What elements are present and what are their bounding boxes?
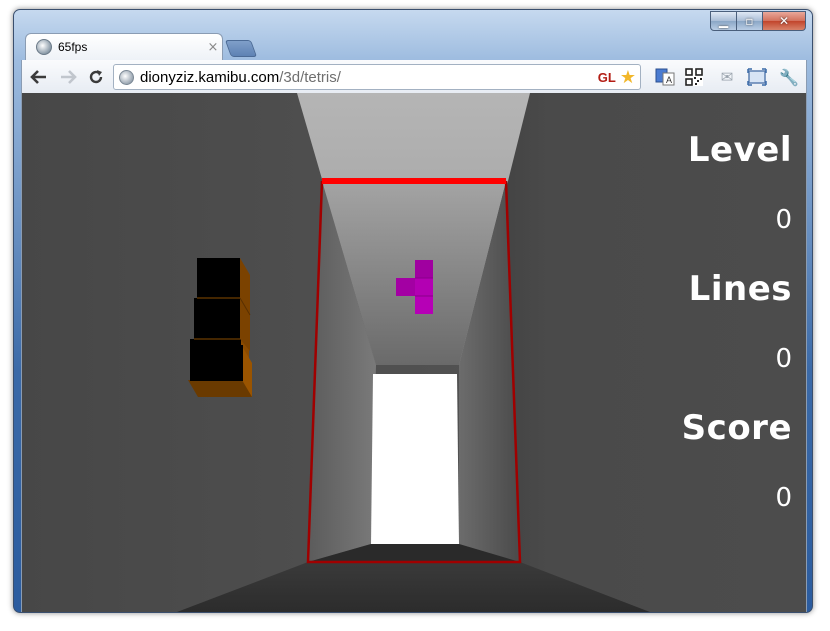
webgl-badge[interactable]: GL [598, 70, 616, 85]
game-viewport[interactable]: Level 0 Lines 0 Score 0 [21, 93, 807, 612]
minimize-icon: ▁ [718, 14, 729, 28]
globe-icon [36, 39, 52, 55]
translate-icon[interactable]: A [655, 67, 675, 87]
forward-arrow-icon [61, 70, 77, 84]
next-piece [188, 258, 252, 397]
level-value: 0 [775, 205, 792, 235]
url-text[interactable]: dionyziz.kamibu.com/3d/tetris/ [140, 69, 598, 86]
browser-tab[interactable]: 65fps × [25, 33, 223, 60]
qr-code-icon[interactable] [684, 67, 704, 87]
close-icon: ✕ [778, 14, 790, 28]
score-label: Score [681, 408, 792, 448]
maximize-icon: ▫ [745, 14, 754, 28]
url-host: dionyziz.kamibu.com [140, 68, 280, 86]
new-tab-button[interactable] [224, 40, 258, 57]
score-value: 0 [775, 483, 792, 513]
level-label: Level [687, 130, 792, 170]
lines-value: 0 [775, 344, 792, 374]
tab-close-button[interactable]: × [204, 40, 222, 55]
game-scene[interactable] [22, 93, 807, 612]
svg-text:A: A [666, 75, 672, 85]
minimize-button[interactable]: ▁ [710, 11, 737, 31]
bookmark-star-icon[interactable]: ★ [620, 67, 636, 88]
close-window-button[interactable]: ✕ [763, 11, 806, 31]
reload-button[interactable] [85, 66, 107, 88]
address-bar[interactable]: dionyziz.kamibu.com/3d/tetris/ GL ★ [113, 64, 641, 90]
back-button[interactable] [28, 66, 50, 88]
back-arrow-icon [30, 70, 46, 84]
wrench-icon[interactable]: 🔧 [779, 67, 799, 87]
well-light-opening [371, 374, 459, 544]
mail-icon[interactable]: ✉ [717, 67, 737, 87]
browser-window: ▁ ▫ ✕ 65fps × dionyziz.kamibu.com/3d/tet… [13, 9, 813, 613]
site-info-icon [119, 69, 134, 85]
reload-icon [89, 70, 103, 84]
window-controls: ▁ ▫ ✕ [710, 11, 806, 31]
fullscreen-icon[interactable] [747, 67, 767, 87]
lines-label: Lines [688, 269, 792, 309]
tab-title: 65fps [58, 40, 88, 54]
maximize-button[interactable]: ▫ [737, 11, 763, 31]
forward-button[interactable] [57, 66, 79, 88]
url-path: /3d/tetris/ [279, 68, 341, 86]
browser-toolbar: dionyziz.kamibu.com/3d/tetris/ GL ★ A ✉ … [21, 60, 807, 93]
